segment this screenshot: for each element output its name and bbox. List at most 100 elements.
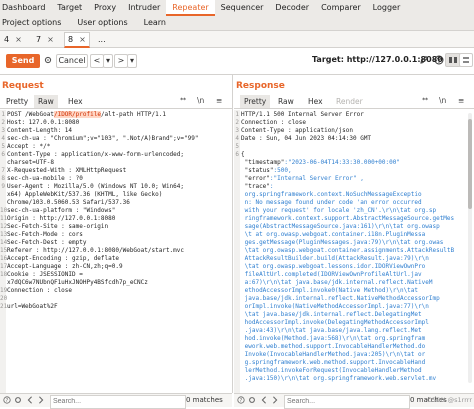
line-text: Date : Sun, 04 Jun 2023 04:14:30 GMT [241, 135, 372, 142]
tab-raw[interactable]: Raw [274, 95, 298, 108]
secondary-menu: Project options User options Learn [0, 16, 474, 31]
menu-item-project-options[interactable]: Project options [0, 16, 69, 30]
close-tab-icon[interactable]: × [79, 35, 86, 44]
request-view-tabs: Pretty Raw Hex ᕯ \n ≡ [0, 95, 232, 109]
search-input[interactable] [50, 395, 186, 409]
tab-7[interactable]: 7 × [36, 33, 54, 46]
response-view-tabs: Pretty Raw Hex Render ᕯ \n ≡ [234, 95, 474, 109]
response-editor[interactable]: 1 HTTP/1.1 500 Internal Server Error 2 Conn… [234, 110, 474, 393]
stack-trace-text: \t at org.owasp.webgoat.container.i18n.P… [244, 231, 426, 238]
line-text: Connection : close [241, 119, 307, 126]
request-title: Request [2, 81, 44, 91]
request-editor[interactable]: 1 POST /WebGoat/IDOR/profile/alt-path HTT… [0, 110, 232, 393]
help-icon[interactable]: ? [237, 396, 245, 404]
tab-pretty[interactable]: Pretty [240, 95, 271, 108]
settings-icon[interactable] [14, 396, 22, 404]
response-line: "trace": [234, 183, 274, 191]
arrow-right-icon[interactable] [37, 396, 45, 404]
menu-item-repeater[interactable]: Repeater [166, 0, 215, 16]
search-input[interactable] [284, 395, 410, 409]
response-line: \tat java.base/jdk.internal.reflect.Dele… [234, 311, 422, 319]
response-line: hodAccessorImpl.invoke(DelegatingMethodA… [234, 319, 429, 327]
scrollbar-thumb[interactable] [468, 119, 472, 209]
tab-more[interactable]: ... [98, 33, 106, 46]
response-line: ethodAccessorImpl.invoke0(Native Method)… [234, 287, 418, 295]
layout-stacked-button[interactable] [459, 53, 473, 67]
line-text: Sec-Fetch-Dest : empty [7, 239, 87, 246]
line-number: 1 [235, 111, 239, 118]
menu-item-target[interactable]: Target [51, 0, 88, 16]
request-line: 6 Content-Type : application/x-www-form-u… [0, 151, 184, 159]
gear-icon[interactable] [44, 56, 52, 64]
line-text: Origin : http://127.0.0.1:8080 [7, 215, 116, 222]
menu-item-dashboard[interactable]: Dashboard [0, 0, 51, 16]
line-text: url=WebGoat%2F [7, 303, 58, 310]
response-line: \t at org.owasp.webgoat.container.i18n.P… [234, 231, 426, 239]
cancel-button[interactable]: Cancel [56, 54, 88, 68]
response-scrollbar[interactable] [468, 113, 472, 383]
menu-item-logger[interactable]: Logger [367, 0, 407, 16]
back-history-dropdown[interactable]: ▾ [103, 54, 113, 68]
line-number: 19 [0, 287, 8, 294]
tab-raw[interactable]: Raw [34, 95, 58, 108]
stack-trace-text: fileAltUrl.completed(IDORViewOwnProfileA… [244, 271, 422, 278]
response-line: sage(AbstractMessageSource.java:161)\r\n… [234, 223, 440, 231]
line-text: Host: 127.0.0.1:8080 [7, 119, 80, 126]
response-line: 5 [234, 143, 241, 151]
menu-item-sequencer[interactable]: Sequencer [215, 0, 270, 16]
response-line: 6{ [234, 151, 244, 159]
arrow-right-icon[interactable] [271, 396, 279, 404]
line-text: Connection : close [7, 287, 73, 294]
menu-item-comparer[interactable]: Comparer [315, 0, 367, 16]
request-line: 16Accept-Encoding : gzip, deflate [0, 255, 119, 263]
menu-item-decoder[interactable]: Decoder [269, 0, 315, 16]
tab-hex[interactable]: Hex [64, 95, 87, 108]
stack-trace-text: n: No message found under code 'an error… [244, 199, 422, 206]
layout-icon [449, 57, 457, 63]
stack-trace-text: .java:150)\r\n\tat org.springframework.w… [244, 375, 437, 382]
line-text: /alt-path HTTP/1.1 [100, 111, 166, 118]
forward-button[interactable]: > [114, 54, 128, 68]
stack-trace-text: ges.getMessage(PluginMessages.java:79)\r… [244, 239, 444, 246]
help-icon[interactable] [434, 55, 444, 65]
line-number: 15 [0, 247, 8, 254]
options-menu-button[interactable]: ≡ [216, 96, 222, 105]
help-icon[interactable]: ? [3, 396, 11, 404]
line-text: x64) AppleWebKit/537.36 (KHTML, like Gec… [7, 191, 163, 198]
menu-item-learn[interactable]: Learn [136, 16, 174, 30]
stack-trace-text: Invoke(InvocableHandlerMethod.java:205)\… [244, 351, 426, 358]
arrow-left-icon[interactable] [26, 396, 34, 404]
render-whitespace-button[interactable]: ᕯ [422, 96, 428, 106]
request-line: 14Sec-Fetch-Dest : empty [0, 239, 86, 247]
line-text: POST /WebGoat [7, 111, 54, 118]
show-newlines-button[interactable]: \n [439, 96, 446, 105]
options-menu-button[interactable]: ≡ [458, 96, 464, 105]
line-number: 21 [0, 303, 8, 310]
response-line: ringframework.context.support.AbstractMe… [234, 215, 455, 223]
close-tab-icon[interactable]: × [15, 35, 22, 44]
menu-item-proxy[interactable]: Proxy [88, 0, 122, 16]
stack-trace-text: hod.invoke(Method.java:568)\r\n\tat org.… [244, 335, 426, 342]
response-line: orImpl.invoke(NativeMethodAccessorImpl.j… [234, 303, 429, 311]
response-line: g.springframework.web.method.support.Inv… [234, 359, 426, 367]
render-whitespace-button[interactable]: ᕯ [180, 96, 186, 106]
forward-history-dropdown[interactable]: ▾ [127, 54, 137, 68]
edit-icon[interactable] [419, 55, 429, 65]
back-button[interactable]: < [90, 54, 104, 68]
arrow-left-icon[interactable] [260, 396, 268, 404]
line-text: sec-ch-ua-platform : "Windows" [7, 207, 116, 214]
menu-item-user-options[interactable]: User options [69, 16, 135, 30]
settings-icon[interactable] [248, 396, 256, 404]
match-count: 0 matches [186, 396, 223, 404]
tab-hex[interactable]: Hex [304, 95, 327, 108]
send-button[interactable]: Send [6, 54, 40, 68]
menu-item-intruder[interactable]: Intruder [122, 0, 166, 16]
tab-pretty[interactable]: Pretty [2, 95, 32, 108]
close-tab-icon[interactable]: × [47, 35, 54, 44]
line-number: 12 [0, 223, 8, 230]
tab-4[interactable]: 4 × [4, 33, 22, 46]
tab-8[interactable]: 8 × [64, 32, 90, 48]
json-value: :"Internal Server Error" , [269, 175, 364, 182]
show-newlines-button[interactable]: \n [197, 96, 204, 105]
line-number: 18 [0, 271, 8, 278]
